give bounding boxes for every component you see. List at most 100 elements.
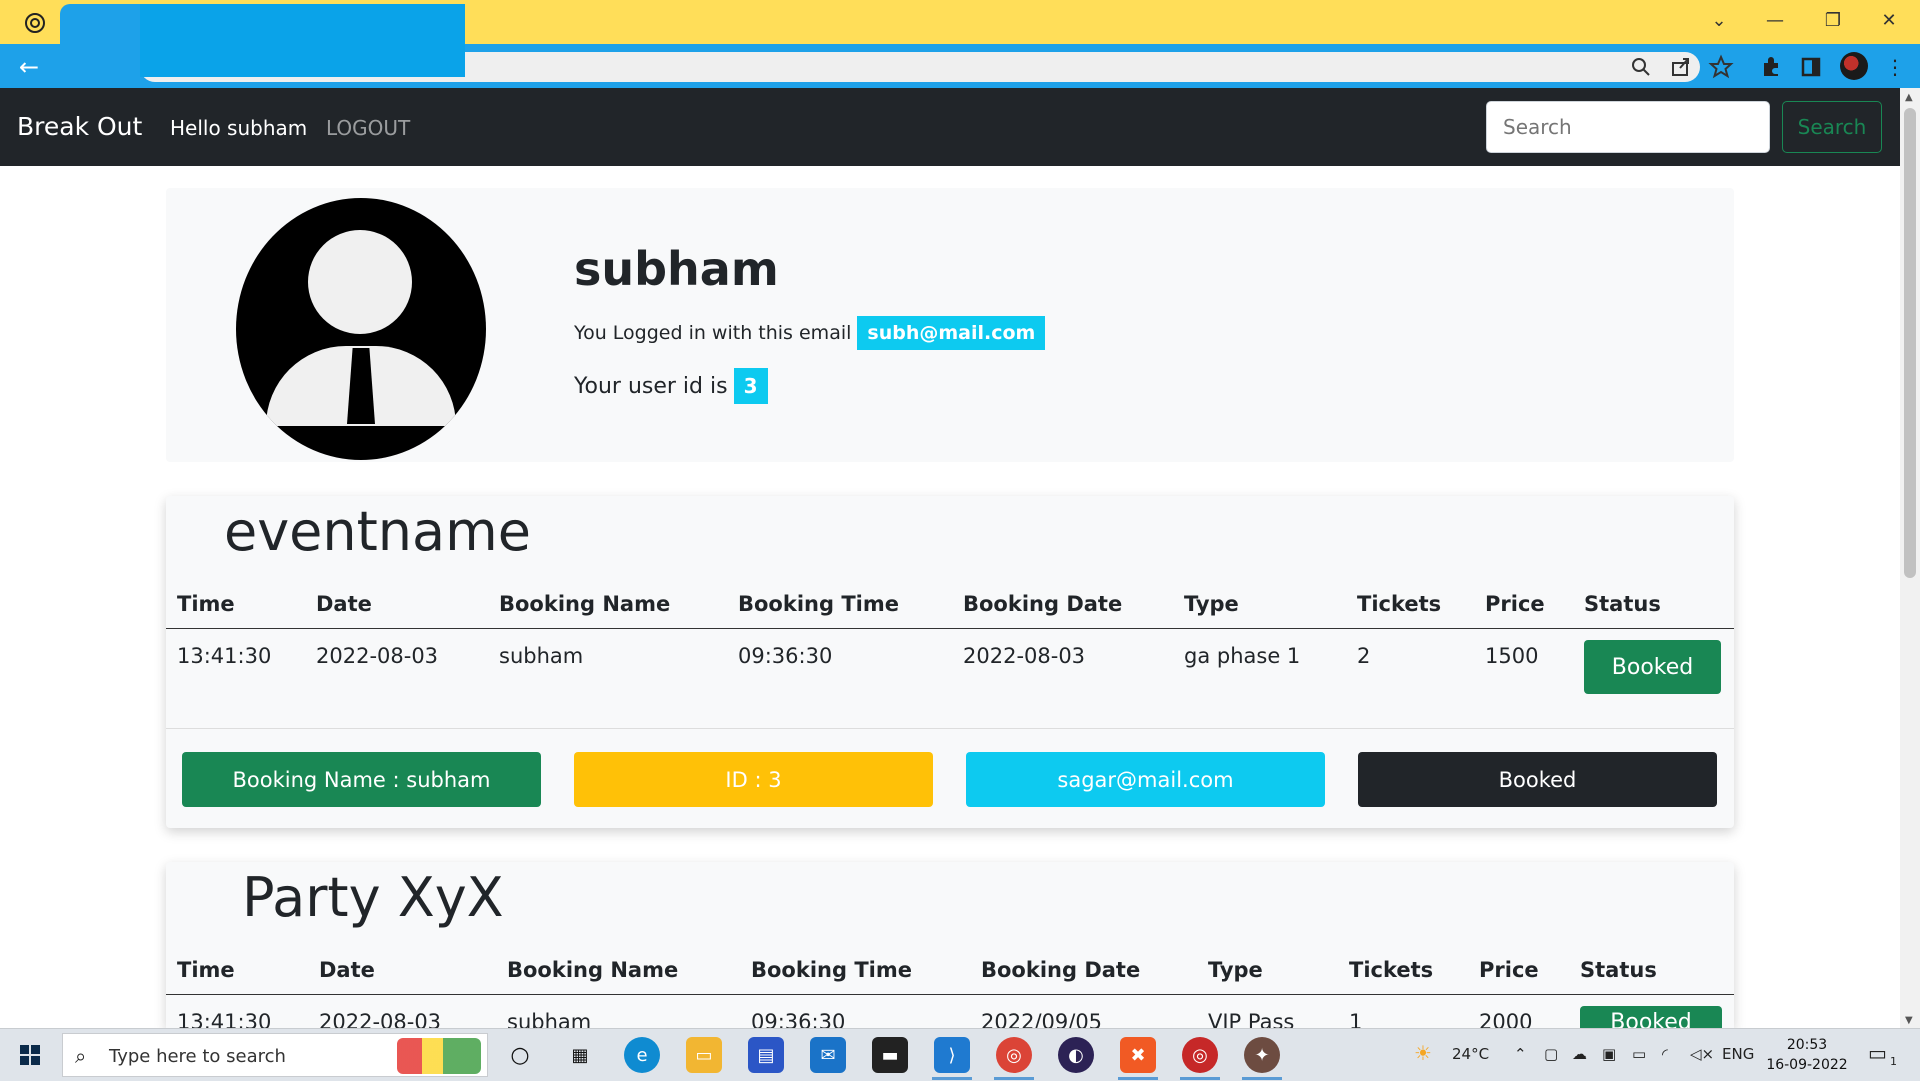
extensions-icon[interactable] xyxy=(1758,54,1784,80)
column-header: Tickets xyxy=(1357,592,1442,616)
navbar-brand[interactable]: Break Out xyxy=(17,112,142,141)
edge-icon[interactable]: e xyxy=(624,1037,660,1073)
email-line: You Logged in with this email subh@mail.… xyxy=(574,316,1046,350)
cell-tickets: 2 xyxy=(1357,644,1371,668)
search-input[interactable] xyxy=(1486,101,1770,153)
tray-volume-icon[interactable]: ◁× xyxy=(1690,1045,1714,1063)
column-header: Date xyxy=(316,592,372,616)
mail-icon[interactable]: ✉ xyxy=(810,1037,846,1073)
booking-id-button[interactable]: ID : 3 xyxy=(574,752,933,807)
scroll-thumb[interactable] xyxy=(1904,108,1916,578)
vscode-icon[interactable]: ⟩ xyxy=(934,1037,970,1073)
browser-menu-icon[interactable]: ⋮ xyxy=(1882,54,1908,80)
table-header: Time Date Booking Name Booking Time Book… xyxy=(166,578,1734,629)
avatar-head xyxy=(308,230,412,334)
windows-start-icon[interactable] xyxy=(20,1045,40,1065)
greeting-link[interactable]: Hello subham xyxy=(170,116,307,140)
booking-card: Party XyX Time Date Booking Name Booking… xyxy=(166,862,1734,1034)
notification-count: 1 xyxy=(1890,1055,1897,1068)
column-header: Time xyxy=(177,592,235,616)
column-header: Type xyxy=(1184,592,1239,616)
tab-search-icon[interactable]: ⌄ xyxy=(1696,6,1742,34)
browser-profile-avatar[interactable] xyxy=(1840,52,1868,80)
close-button[interactable]: ✕ xyxy=(1866,6,1912,34)
tray-meet-icon[interactable]: ▢ xyxy=(1544,1045,1558,1063)
column-header: Status xyxy=(1584,592,1661,616)
column-header: Time xyxy=(177,958,235,982)
table-header: Time Date Booking Name Booking Time Book… xyxy=(166,944,1734,995)
store-icon[interactable]: ▤ xyxy=(748,1037,784,1073)
taskbar-clock[interactable]: 20:53 16-09-2022 xyxy=(1752,1035,1862,1075)
weather-temp[interactable]: 24°C xyxy=(1452,1045,1489,1063)
taskbar-search-box[interactable]: ⌕ Type here to search xyxy=(62,1033,488,1077)
restore-button[interactable]: ❐ xyxy=(1810,6,1856,34)
cell-booking-time: 09:36:30 xyxy=(738,644,833,668)
share-icon[interactable] xyxy=(1668,54,1694,80)
chatgpt-logo-icon[interactable] xyxy=(22,10,48,36)
tray-wifi-icon[interactable]: ◜ xyxy=(1662,1045,1668,1063)
status-booked-button[interactable]: Booked xyxy=(1580,1006,1722,1028)
tray-monitor-icon[interactable]: ▣ xyxy=(1602,1045,1616,1063)
sidepanel-icon[interactable] xyxy=(1798,54,1824,80)
cell-price: 1500 xyxy=(1485,644,1539,668)
task-view-icon[interactable]: ▦ xyxy=(562,1037,598,1073)
userid-line: Your user id is 3 xyxy=(574,368,768,404)
column-header: Tickets xyxy=(1349,958,1434,982)
status-booked-button[interactable]: Booked xyxy=(1584,640,1721,694)
app-badge-icon[interactable]: ✦ xyxy=(1244,1037,1280,1073)
clock-time: 20:53 xyxy=(1786,1037,1828,1053)
cortana-icon[interactable]: ○ xyxy=(502,1037,538,1073)
tray-onedrive-icon[interactable]: ☁ xyxy=(1572,1045,1587,1063)
scroll-down-icon[interactable]: ▼ xyxy=(1905,1015,1913,1026)
notification-icon[interactable]: ▭ xyxy=(1868,1041,1887,1065)
tray-language[interactable]: ENG xyxy=(1722,1045,1754,1063)
email-badge: subh@mail.com xyxy=(857,316,1046,350)
column-header: Booking Name xyxy=(507,958,679,982)
tray-chevron-icon[interactable]: ⌃ xyxy=(1514,1045,1527,1063)
weather-icon[interactable]: ☀ xyxy=(1414,1041,1432,1065)
column-header: Booking Name xyxy=(499,592,671,616)
site-navbar: Break Out Hello subham LOGOUT Search xyxy=(0,88,1900,166)
cell-booking-name: subham xyxy=(499,644,584,668)
column-header: Booking Time xyxy=(738,592,899,616)
zoom-icon[interactable] xyxy=(1628,54,1654,80)
booking-name-button[interactable]: Booking Name : subham xyxy=(182,752,541,807)
cell-type: ga phase 1 xyxy=(1184,644,1301,668)
userid-badge: 3 xyxy=(733,368,768,404)
search-button[interactable]: Search xyxy=(1782,101,1882,153)
event-title: Party XyX xyxy=(242,866,504,929)
booking-card: eventname Time Date Booking Name Booking… xyxy=(166,496,1734,828)
windows-taskbar: ⌕ Type here to search ○ ▦ e ▭ ▤ ✉ ▬ ⟩ ◎ … xyxy=(0,1028,1920,1081)
booking-status-button[interactable]: Booked xyxy=(1358,752,1717,807)
minimize-button[interactable]: — xyxy=(1752,6,1798,34)
star-icon[interactable] xyxy=(1708,54,1734,80)
file-explorer-icon[interactable]: ▭ xyxy=(686,1037,722,1073)
taskbar-search-placeholder: Type here to search xyxy=(109,1046,286,1067)
column-header: Booking Date xyxy=(981,958,1141,982)
cell-booking-date: 2022-08-03 xyxy=(963,644,1086,668)
chrome-profile-icon[interactable]: ◎ xyxy=(1182,1037,1218,1073)
booking-email-button[interactable]: sagar@mail.com xyxy=(966,752,1325,807)
back-icon[interactable]: ← xyxy=(16,53,42,81)
column-header: Type xyxy=(1208,958,1263,982)
booking-footer: Booking Name : subham ID : 3 sagar@mail.… xyxy=(182,752,1722,807)
column-header: Price xyxy=(1479,958,1539,982)
profile-username: subham xyxy=(574,242,779,296)
clock-date: 16-09-2022 xyxy=(1766,1057,1848,1073)
scroll-up-icon[interactable]: ▲ xyxy=(1905,92,1913,103)
logout-link[interactable]: LOGOUT xyxy=(326,116,410,140)
chrome-icon[interactable]: ◎ xyxy=(996,1037,1032,1073)
profile-card: subham You Logged in with this email sub… xyxy=(166,188,1734,462)
avatar-icon xyxy=(236,198,486,460)
page-scrollbar[interactable]: ▲ ▼ xyxy=(1900,88,1920,1028)
search-icon: ⌕ xyxy=(75,1044,87,1068)
email-label: You Logged in with this email xyxy=(574,322,852,344)
tray-battery-icon[interactable]: ▭ xyxy=(1632,1045,1646,1063)
eclipse-icon[interactable]: ◐ xyxy=(1058,1037,1094,1073)
row-divider xyxy=(166,728,1734,729)
cell-time: 13:41:30 xyxy=(177,644,272,668)
column-header: Booking Date xyxy=(963,592,1123,616)
terminal-icon[interactable]: ▬ xyxy=(872,1037,908,1073)
redacted-tab-block xyxy=(140,4,465,77)
xampp-icon[interactable]: ✖ xyxy=(1120,1037,1156,1073)
